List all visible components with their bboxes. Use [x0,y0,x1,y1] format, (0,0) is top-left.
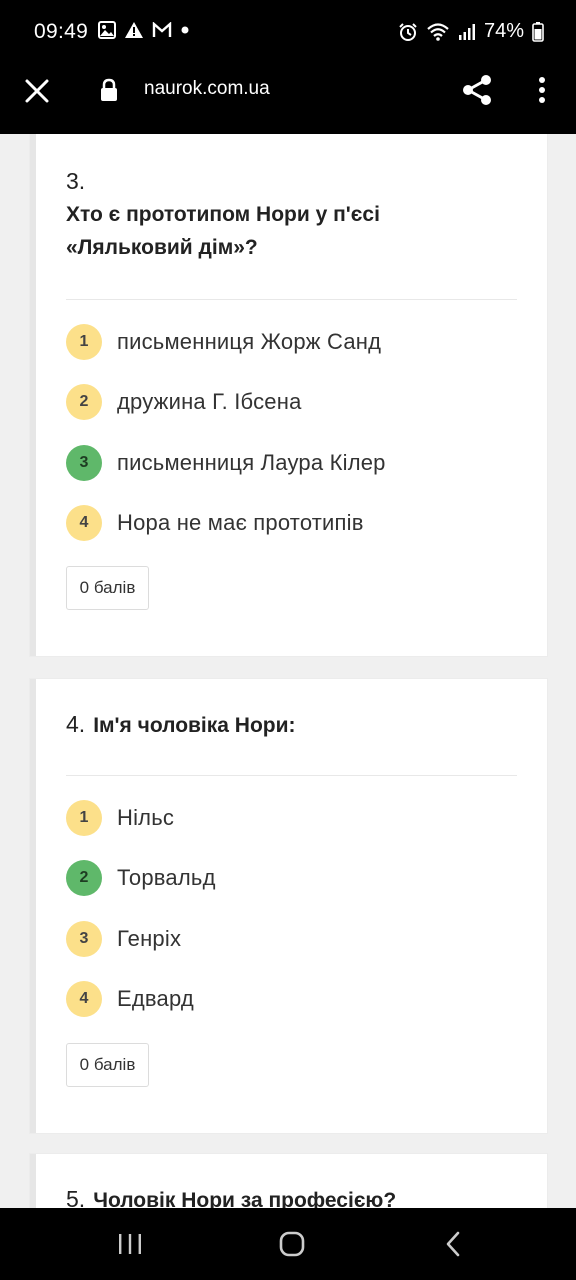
share-button[interactable] [460,72,494,108]
more-options-button[interactable] [530,72,554,108]
close-icon [25,79,49,103]
answer-index-badge: 3 [66,445,102,481]
signal-icon [458,23,475,40]
alarm-icon [399,22,417,41]
status-time: 09:49 [34,20,89,43]
battery-percent: 74% [483,20,524,42]
more-vertical-icon [539,77,545,103]
back-icon [446,1231,460,1257]
browser-toolbar: naurok.com.ua [0,64,576,134]
score-button[interactable]: 0 балів [66,566,149,610]
answer-index-badge: 2 [66,384,102,420]
status-right-icons: 74% [398,20,544,43]
score-button[interactable]: 0 балів [66,1043,149,1087]
recent-apps-icon [119,1234,141,1254]
answer-index-badge: 2 [66,860,102,896]
answer-index-badge: 1 [66,324,102,360]
answer-text: Торвальд [117,865,216,890]
question-text: Хто є прототипом Нори у п'єсі «Ляльковий… [66,203,380,259]
answer-text: Нільс [117,805,175,830]
answer-option-correct: 2 Торвальд [66,860,216,896]
system-nav-bar [0,1208,576,1280]
answer-option-correct: 3 письменниця Лаура Кілер [66,445,386,481]
dot-icon [181,26,189,34]
recent-apps-button[interactable] [116,1232,144,1261]
answer-text: Нора не має прототипів [117,510,364,535]
answer-index-badge: 4 [66,981,102,1017]
question-number: 3. [66,168,86,194]
close-button[interactable] [22,76,52,106]
question-heading: 5. Чоловік Нори за професією? [66,1184,396,1208]
question-card-5: 5. Чоловік Нори за професією? [30,1154,547,1208]
answer-text: письменниця Лаура Кілер [117,450,386,475]
image-icon [98,21,116,39]
status-bar: 09:49 74% [0,0,576,64]
answer-option: 2 дружина Г. Ібсена [66,384,302,420]
answer-option: 4 Едвард [66,981,194,1017]
page-content[interactable]: 3. Хто є прототипом Нори у п'єсі «Лялько… [0,134,576,1208]
home-icon [279,1231,305,1257]
url-text[interactable]: naurok.com.ua [144,78,270,100]
share-icon [463,75,491,105]
home-button[interactable] [278,1230,306,1263]
answer-option: 4 Нора не має прототипів [66,505,364,541]
answer-index-badge: 4 [66,505,102,541]
wifi-icon [427,22,449,41]
question-number: 4. [66,711,86,737]
answer-index-badge: 1 [66,800,102,836]
lock-icon [100,78,118,107]
warning-icon [125,22,143,38]
status-left-icons [98,21,190,39]
back-button[interactable] [442,1230,466,1263]
answer-option: 3 Генріх [66,921,181,957]
question-heading: 4. Ім'я чоловіка Нори: [66,709,296,742]
divider [66,775,517,776]
answer-text: Едвард [117,986,194,1011]
divider [66,299,517,300]
app-root: 09:49 74% naurok.com.ua 3. Хто є прототи… [0,0,576,1280]
answer-text: дружина Г. Ібсена [117,389,302,414]
answer-text: письменниця Жорж Санд [117,329,382,354]
answer-option: 1 Нільс [66,800,174,836]
answer-text: Генріх [117,926,182,951]
answer-index-badge: 3 [66,921,102,957]
question-text: Ім'я чоловіка Нори: [93,714,296,737]
question-card-3: 3. Хто є прототипом Нори у п'єсі «Лялько… [30,134,547,656]
gmail-icon [152,22,172,37]
answer-option: 1 письменниця Жорж Санд [66,324,381,360]
question-text: Чоловік Нори за професією? [93,1189,397,1208]
battery-icon [532,21,544,42]
question-card-4: 4. Ім'я чоловіка Нори: 1 Нільс 2 Торваль… [30,679,547,1133]
question-number: 5. [66,1186,86,1208]
